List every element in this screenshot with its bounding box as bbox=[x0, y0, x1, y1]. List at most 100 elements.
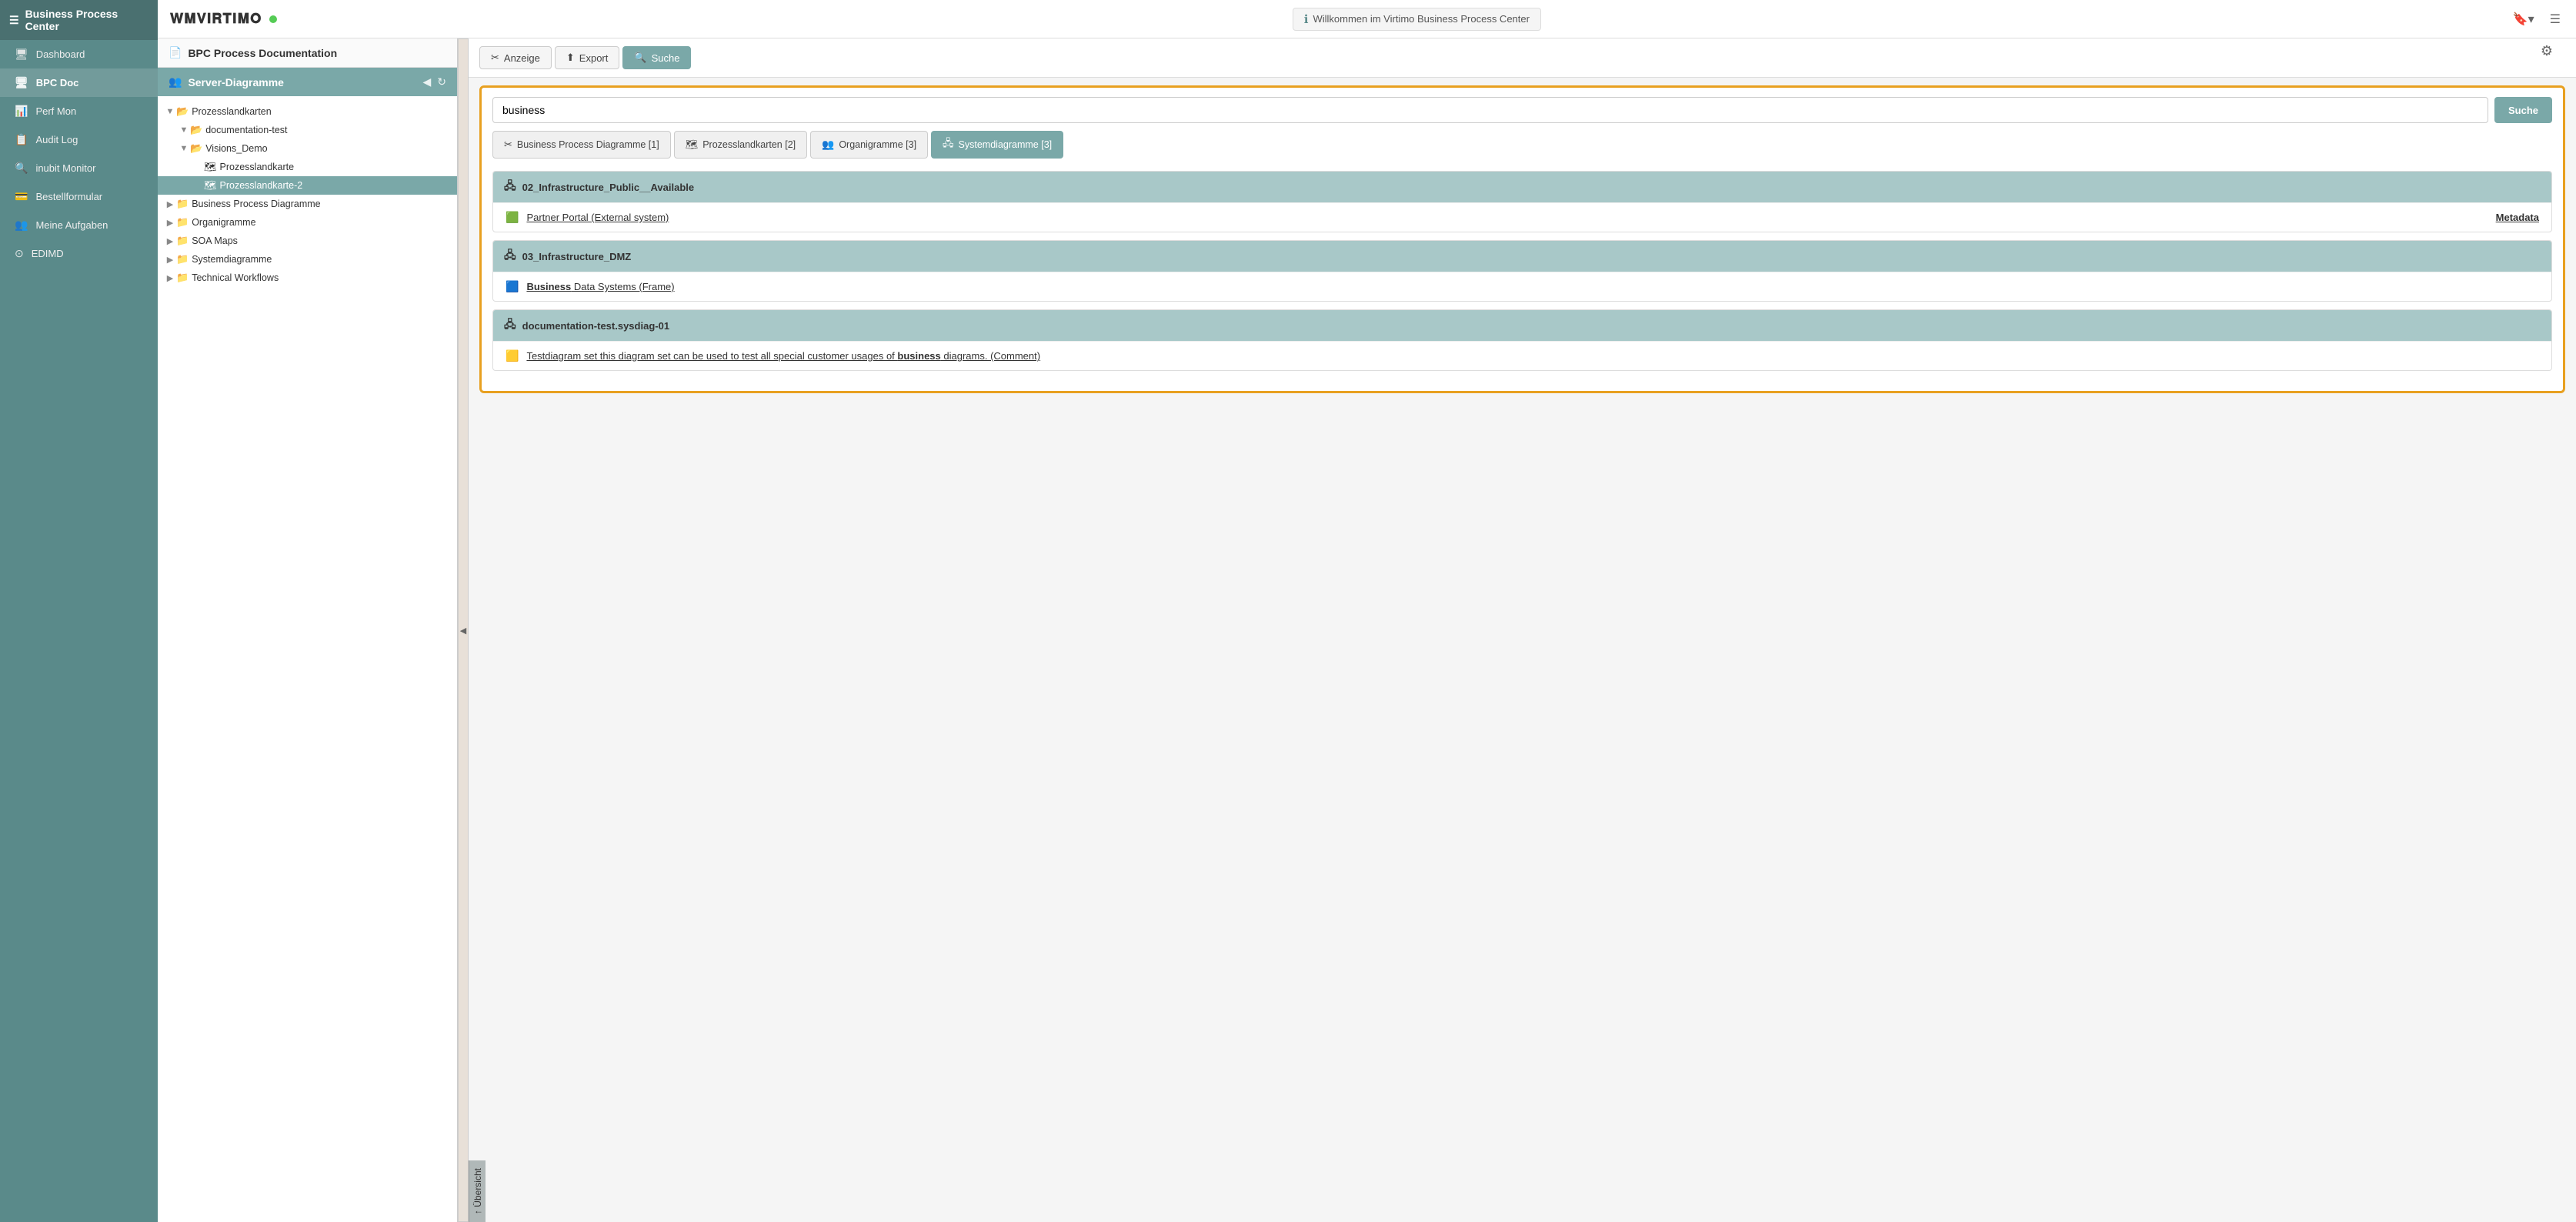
sidebar-label-meine-aufgaben: Meine Aufgaben bbox=[35, 219, 108, 231]
result-group-header-group3: 🖧documentation-test.sysdiag-01 bbox=[493, 310, 2551, 341]
sidebar-icon-bpc-doc: 🖥 bbox=[15, 76, 28, 89]
metadata-link-item1[interactable]: Metadata bbox=[2496, 212, 2539, 223]
search-button[interactable]: Suche bbox=[2494, 97, 2552, 123]
left-panel: 📄 BPC Process Documentation 👥 Server-Dia… bbox=[158, 38, 458, 1222]
sidebar-item-meine-aufgaben[interactable]: 👥Meine Aufgaben bbox=[0, 211, 158, 239]
right-panel: ⚙ ✂ Anzeige ⬆ Export 🔍 Suche bbox=[469, 38, 2576, 1222]
tree-refresh-button[interactable]: ↻ bbox=[437, 75, 446, 88]
result-item-item1: 🟩 Partner Portal (External system) Metad… bbox=[493, 202, 2551, 232]
tree-expand-soa-maps: ▶ bbox=[164, 236, 176, 246]
result-tabs: ✂ Business Process Diagramme [1] 🗺Prozessl… bbox=[492, 131, 2552, 159]
sidebar-icon-dashboard: 🖥 bbox=[15, 48, 28, 61]
result-tab-organigramme[interactable]: 👥Organigramme [3] bbox=[810, 131, 928, 159]
export-icon: ⬆ bbox=[566, 52, 575, 64]
folder-icon: 📁 bbox=[176, 198, 189, 210]
tree-item-technical-workflows[interactable]: ▶ 📁 Technical Workflows bbox=[158, 269, 457, 287]
sidebar-icon-perf-mon: 📊 bbox=[15, 105, 28, 118]
tree-item-systemdiagramme[interactable]: ▶ 📁 Systemdiagramme bbox=[158, 250, 457, 269]
tree-label-organigramme: Organigramme bbox=[192, 217, 255, 228]
anzeige-label: Anzeige bbox=[504, 52, 540, 64]
result-item-text-item2[interactable]: Business Data Systems (Frame) bbox=[526, 281, 674, 292]
sidebar-item-inubit-monitor[interactable]: 🔍 inubit Monitor bbox=[0, 154, 158, 182]
tree-item-prozesslandkarte[interactable]: 🗺 Prozesslandkarte bbox=[158, 158, 457, 176]
search-input[interactable] bbox=[492, 97, 2488, 123]
tree-item-business-process-diagramme[interactable]: ▶ 📁 Business Process Diagramme bbox=[158, 195, 457, 213]
result-tab-systemdiagramme[interactable]: 🖧Systemdiagramme [3] bbox=[931, 131, 1063, 159]
tree-item-prozesslandkarten[interactable]: ▼ 📂 Prozesslandkarten bbox=[158, 102, 457, 121]
tab-icon-bpd: ✂ bbox=[504, 139, 512, 151]
tree-expand-documentation-test: ▼ bbox=[178, 125, 190, 135]
settings-button[interactable]: ⚙ bbox=[2541, 43, 2553, 59]
tree-header-actions: ◀ ↻ bbox=[422, 75, 446, 88]
group-icon-group2: 🖧 bbox=[504, 247, 516, 265]
tree-label-documentation-test: documentation-test bbox=[205, 125, 287, 135]
tree-panel-header: 👥 Server-Diagramme ◀ ↻ bbox=[158, 68, 457, 96]
tab-label-organigramme: Organigramme [3] bbox=[839, 139, 916, 150]
search-bar: Suche bbox=[492, 97, 2552, 123]
result-item-item3: 🟨 Testdiagram set this diagram set can b… bbox=[493, 341, 2551, 370]
topbar-right: 🔖▾ ☰ bbox=[2510, 8, 2564, 30]
tree-header-title: Server-Diagramme bbox=[188, 76, 284, 88]
sidebar-label-bpc-doc: BPC Doc bbox=[36, 77, 79, 88]
suche-button[interactable]: 🔍 Suche bbox=[622, 46, 691, 69]
right-toolbar: ✂ Anzeige ⬆ Export 🔍 Suche bbox=[469, 38, 2576, 78]
tree-item-soa-maps[interactable]: ▶ 📁 SOA Maps bbox=[158, 232, 457, 250]
folder-open-icon: 📂 bbox=[190, 142, 202, 155]
tab-label-bpd: Business Process Diagramme [1] bbox=[517, 139, 659, 150]
sidebar-item-bestellformular[interactable]: 💳Bestellformular bbox=[0, 182, 158, 211]
export-button[interactable]: ⬆ Export bbox=[555, 46, 619, 69]
tree-expand-business-process-diagramme: ▶ bbox=[164, 199, 176, 209]
sidebar-label-perf-mon: Perf Mon bbox=[35, 105, 76, 117]
result-group-group1: 🖧02_Infrastructure_Public__Available 🟩 P… bbox=[492, 171, 2552, 232]
tree-item-documentation-test[interactable]: ▼ 📂 documentation-test bbox=[158, 121, 457, 139]
status-indicator bbox=[269, 15, 277, 23]
sidebar-item-perf-mon[interactable]: 📊 Perf Mon bbox=[0, 97, 158, 125]
page-title: BPC Process Documentation bbox=[188, 47, 337, 59]
tree-expand-prozesslandkarten: ▼ bbox=[164, 107, 176, 116]
main-area: 𝐖𝐌𝐕𝐈𝐑𝐓𝐈𝐌𝐎 ℹ Willkommen im Virtimo Busine… bbox=[158, 0, 2576, 1222]
tree-item-visions-demo[interactable]: ▼ 📂 Visions_Demo bbox=[158, 139, 457, 158]
panel-collapse-handle[interactable]: ◀ bbox=[458, 38, 469, 1222]
tree-header-icon: 👥 bbox=[169, 75, 182, 88]
topbar-center: ℹ Willkommen im Virtimo Business Process… bbox=[336, 8, 2498, 31]
topbar-logo: 𝐖𝐌𝐕𝐈𝐑𝐓𝐈𝐌𝐎 bbox=[170, 11, 324, 27]
tree-collapse-button[interactable]: ◀ bbox=[422, 75, 431, 88]
result-item-text-item1[interactable]: Partner Portal (External system) bbox=[526, 212, 669, 223]
bookmark-button[interactable]: 🔖▾ bbox=[2510, 8, 2538, 30]
anzeige-icon: ✂ bbox=[491, 52, 499, 64]
sidebar: ☰ Business Process Center 🖥Dashboard🖥BPC… bbox=[0, 0, 158, 1222]
result-group-group3: 🖧documentation-test.sysdiag-01 🟨 Testdia… bbox=[492, 309, 2552, 371]
tab-icon-systemdiagramme: 🖧 bbox=[943, 136, 954, 153]
tree-expand-organigramme: ▶ bbox=[164, 218, 176, 228]
tab-icon-prozesslandkarten: 🗺 bbox=[686, 139, 699, 151]
menu-button[interactable]: ☰ bbox=[2547, 8, 2564, 30]
folder-open-icon: 📂 bbox=[176, 105, 189, 118]
group-icon-group3: 🖧 bbox=[504, 316, 516, 335]
tree-label-business-process-diagramme: Business Process Diagramme bbox=[192, 199, 320, 209]
sidebar-header: ☰ Business Process Center bbox=[0, 0, 158, 40]
sidebar-label-inubit-monitor: inubit Monitor bbox=[35, 162, 95, 174]
folder-icon: 📁 bbox=[176, 253, 189, 265]
sidebar-item-audit-log[interactable]: 📋Audit Log bbox=[0, 125, 158, 154]
tree-header-title-area: 👥 Server-Diagramme bbox=[169, 75, 284, 88]
tree-item-organigramme[interactable]: ▶ 📁 Organigramme bbox=[158, 213, 457, 232]
result-tab-bpd[interactable]: ✂ Business Process Diagramme [1] bbox=[492, 131, 671, 159]
result-tab-prozesslandkarten[interactable]: 🗺Prozesslandkarten [2] bbox=[674, 131, 807, 159]
sidebar-item-dashboard[interactable]: 🖥Dashboard bbox=[0, 40, 158, 68]
anzeige-button[interactable]: ✂ Anzeige bbox=[479, 46, 552, 69]
result-item-text-item3[interactable]: Testdiagram set this diagram set can be … bbox=[526, 350, 1040, 362]
tree-label-technical-workflows: Technical Workflows bbox=[192, 272, 279, 283]
result-group-header-group1: 🖧02_Infrastructure_Public__Available bbox=[493, 172, 2551, 202]
ubersicht-tab[interactable]: ↑ Übersicht bbox=[469, 1160, 486, 1222]
ubersicht-tab-label: ↑ Übersicht bbox=[472, 1160, 483, 1222]
group-icon-group1: 🖧 bbox=[504, 178, 516, 196]
sidebar-item-edimd[interactable]: ⊙EDIMD bbox=[0, 239, 158, 268]
tree-item-prozesslandkarte-2[interactable]: 🗺 Prozesslandkarte-2 bbox=[158, 176, 457, 195]
sidebar-title: Business Process Center bbox=[25, 8, 148, 32]
folder-icon: 📁 bbox=[176, 272, 189, 284]
tree-label-visions-demo: Visions_Demo bbox=[205, 143, 267, 154]
logo-text: 𝐖𝐌𝐕𝐈𝐑𝐓𝐈𝐌𝐎 bbox=[170, 11, 262, 27]
tree-expand-systemdiagramme: ▶ bbox=[164, 255, 176, 265]
sidebar-item-bpc-doc[interactable]: 🖥 BPC Doc bbox=[0, 68, 158, 97]
sidebar-icon-inubit-monitor: 🔍 bbox=[15, 162, 28, 175]
